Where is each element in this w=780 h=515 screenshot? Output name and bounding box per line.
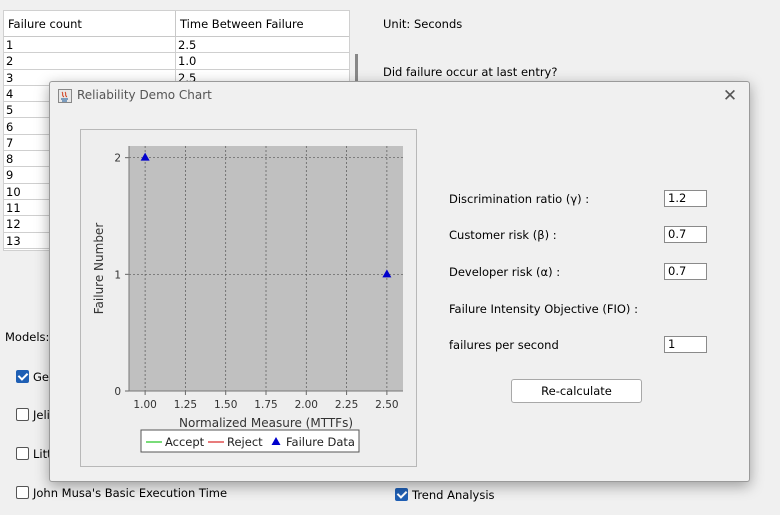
reliability-demo-chart-dialog[interactable]: Reliability Demo Chart ✕ 1.00 1.25 1.50 1.7…: [49, 81, 750, 482]
models-label: Models:: [5, 330, 50, 344]
failures-per-second-field[interactable]: 1: [664, 336, 707, 353]
unit-label: Unit: Seconds: [383, 17, 463, 31]
trend-analysis-label: Trend Analysis: [412, 488, 495, 502]
y-tick-label: 0: [114, 386, 121, 398]
customer-risk-label: Customer risk (β) :: [449, 228, 557, 242]
model-label: Jeli: [33, 408, 50, 422]
cell-failure-count[interactable]: 1: [4, 37, 176, 53]
cell-time-between-failure[interactable]: 2.5: [176, 37, 349, 52]
checkbox-checked[interactable]: [395, 488, 408, 501]
close-icon[interactable]: ✕: [717, 84, 743, 108]
x-axis-label: Normalized Measure (MTTFs): [179, 416, 353, 430]
column-header-failure-count[interactable]: Failure count: [4, 11, 176, 37]
x-tick-label: 1.50: [214, 399, 237, 411]
column-header-time-between-failure[interactable]: Time Between Failure: [176, 11, 349, 37]
legend-failure-label: Failure Data: [286, 435, 355, 449]
x-tick-label: 1.25: [174, 399, 197, 411]
checkbox[interactable]: [16, 486, 29, 499]
cell-failure-count[interactable]: 2: [4, 53, 176, 69]
fio-label: Failure Intensity Objective (FIO) :: [449, 302, 638, 316]
legend-reject-label: Reject: [227, 435, 263, 449]
chart-svg: 1.00 1.25 1.50 1.75 2.00 2.25 2.50 0 1 2 Normalize…: [92, 146, 403, 453]
y-tick-label: 2: [114, 153, 121, 165]
cell-time-between-failure[interactable]: 1.0: [176, 53, 349, 68]
x-tick-label: 1.75: [254, 399, 277, 411]
failure-question-label: Did failure occur at last entry?: [383, 65, 558, 79]
x-tick-label: 2.00: [295, 399, 318, 411]
developer-risk-label: Developer risk (α) :: [449, 265, 561, 279]
legend-accept-label: Accept: [165, 435, 205, 449]
x-tick-label: 2.50: [375, 399, 398, 411]
y-tick-label: 1: [114, 269, 121, 281]
model-label: John Musa's Basic Execution Time: [33, 486, 228, 500]
table-row[interactable]: 2 1.0: [4, 53, 349, 70]
discrimination-ratio-field[interactable]: 1.2: [664, 190, 707, 207]
checkbox-checked[interactable]: [16, 370, 29, 383]
dialog-titlebar[interactable]: Reliability Demo Chart ✕: [50, 82, 749, 110]
discrimination-ratio-label: Discrimination ratio (γ) :: [449, 192, 590, 206]
failures-per-second-label: failures per second: [449, 338, 559, 352]
java-app-icon: [58, 89, 72, 103]
customer-risk-field[interactable]: 0.7: [664, 226, 707, 243]
y-axis-label: Failure Number: [92, 223, 106, 315]
dialog-title: Reliability Demo Chart: [77, 88, 212, 102]
x-tick-label: 1.00: [133, 399, 156, 411]
table-scrollbar[interactable]: [350, 10, 364, 94]
developer-risk-field[interactable]: 0.7: [664, 263, 707, 280]
checkbox[interactable]: [16, 447, 29, 460]
checkbox[interactable]: [16, 408, 29, 421]
x-tick-label: 2.25: [335, 399, 358, 411]
chart-panel: 1.00 1.25 1.50 1.75 2.00 2.25 2.50 0 1 2 Normalize…: [80, 129, 417, 467]
recalculate-button[interactable]: Re-calculate: [511, 379, 642, 403]
table-row[interactable]: 1 2.5: [4, 37, 349, 54]
